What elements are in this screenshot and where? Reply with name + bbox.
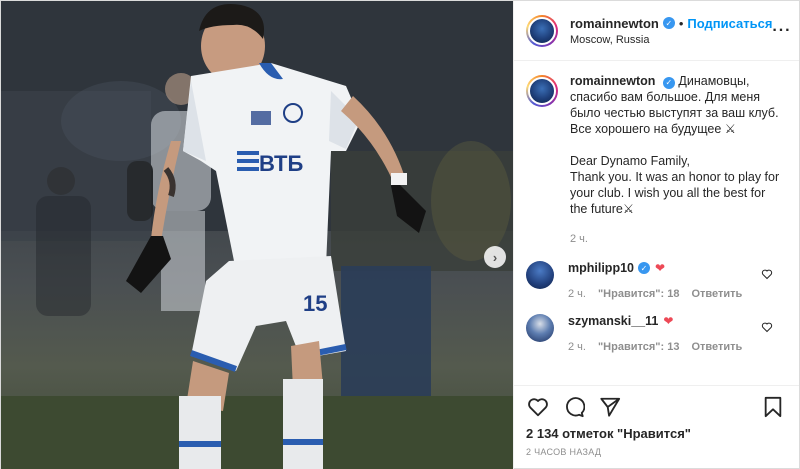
comments-list[interactable]: romainnewton ✓ Динамовцы, спасибо вам бо… bbox=[514, 61, 799, 385]
commenter-avatar[interactable] bbox=[526, 314, 554, 342]
bookmark-icon[interactable] bbox=[761, 395, 785, 419]
post-header: romainnewton ✓ • Подписаться Moscow, Rus… bbox=[514, 1, 799, 61]
reply-button[interactable]: Ответить bbox=[691, 288, 742, 300]
photo-illustration: ВТБ 15 bbox=[1, 1, 513, 469]
comment-item: szymanski__11 ❤ 2 ч. "Нравится": 13 Отве… bbox=[526, 314, 785, 353]
like-comment-icon[interactable] bbox=[761, 268, 773, 280]
share-icon[interactable] bbox=[598, 395, 622, 419]
verified-icon: ✓ bbox=[637, 262, 650, 274]
commenter-username[interactable]: mphilipp10 bbox=[568, 261, 634, 275]
verified-icon: ✓ bbox=[662, 17, 675, 29]
caption-username[interactable]: romainnewton bbox=[570, 74, 655, 88]
jersey-sponsor: ВТБ bbox=[259, 151, 303, 176]
separator-dot: • bbox=[678, 15, 684, 31]
caption-text: Динамовцы, спасибо вам большое. Для меня… bbox=[570, 74, 780, 216]
commenter-username[interactable]: szymanski__11 bbox=[568, 314, 658, 328]
post-location[interactable]: Moscow, Russia bbox=[570, 34, 772, 46]
comment-icon[interactable] bbox=[562, 395, 586, 419]
comment-time[interactable]: 2 ч. bbox=[568, 288, 586, 300]
follow-button[interactable]: Подписаться bbox=[687, 16, 772, 31]
comment-likes[interactable]: "Нравится": 18 bbox=[598, 288, 679, 300]
comment-heart-text: ❤ bbox=[654, 261, 666, 275]
post-side-panel: romainnewton ✓ • Подписаться Moscow, Rus… bbox=[513, 1, 799, 469]
post-photo[interactable]: ВТБ 15 › bbox=[1, 1, 513, 469]
post-modal: ВТБ 15 › romainnewton ✓ • Подписаться Mo… bbox=[0, 0, 800, 469]
heart-icon[interactable] bbox=[526, 395, 550, 419]
chevron-right-icon: › bbox=[492, 249, 498, 265]
post-caption: romainnewton ✓ Динамовцы, спасибо вам бо… bbox=[526, 73, 785, 247]
more-options-icon[interactable]: ··· bbox=[772, 22, 791, 40]
carousel-next-button[interactable]: › bbox=[484, 246, 506, 268]
verified-icon: ✓ bbox=[662, 77, 675, 89]
post-actions: 2 134 отметок "Нравится" 2 часов назад bbox=[514, 385, 799, 469]
comment-likes[interactable]: "Нравится": 13 bbox=[598, 341, 679, 353]
comment-heart-text: ❤ bbox=[663, 314, 674, 328]
caption-time[interactable]: 2 ч. bbox=[570, 231, 785, 247]
reply-button[interactable]: Ответить bbox=[691, 341, 742, 353]
commenter-avatar[interactable] bbox=[526, 261, 554, 289]
caption-avatar[interactable] bbox=[526, 75, 558, 107]
like-comment-icon[interactable] bbox=[761, 321, 773, 333]
post-timestamp[interactable]: 2 часов назад bbox=[526, 447, 785, 457]
author-avatar[interactable] bbox=[526, 14, 558, 47]
comment-time[interactable]: 2 ч. bbox=[568, 341, 586, 353]
comment-item: mphilipp10 ✓ ❤ 2 ч. "Нравится": 18 Ответ… bbox=[526, 261, 785, 300]
likes-count[interactable]: 2 134 отметок "Нравится" bbox=[526, 426, 785, 441]
author-username[interactable]: romainnewton bbox=[570, 16, 659, 31]
shorts-number: 15 bbox=[303, 291, 327, 316]
